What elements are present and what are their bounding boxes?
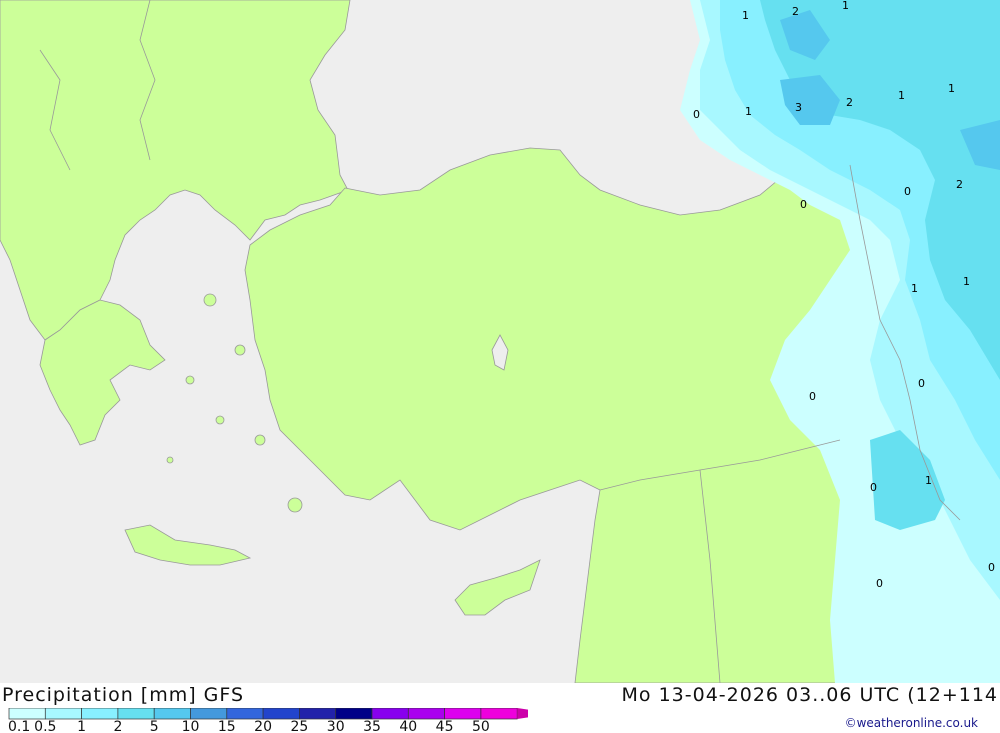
precip-label: 3 [795, 101, 802, 114]
legend-swatch [81, 708, 119, 720]
precip-label: 0 [904, 185, 911, 198]
legend-label: 45 [436, 719, 454, 732]
map-title: Precipitation [mm] GFS [2, 684, 245, 706]
precip-label: 2 [956, 178, 963, 191]
legend-swatch [335, 708, 373, 720]
legend-label: 30 [327, 719, 345, 732]
precip-label: 2 [846, 96, 853, 109]
precipitation-map: 1 2 1 0 1 3 2 1 1 0 0 2 1 1 0 0 0 1 0 0 [0, 0, 1000, 683]
credit-link[interactable]: ©weatheronline.co.uk [845, 716, 978, 730]
legend-label: 15 [218, 719, 236, 732]
color-scale: 0.1 0.5 1 2 5 10 15 20 25 30 35 40 45 50 [8, 708, 528, 732]
legend-bar: Precipitation [mm] GFS Mo 13-04-2026 03.… [0, 683, 1000, 733]
legend-label: 2 [113, 719, 122, 732]
precip-label: 1 [963, 275, 970, 288]
precip-label: 0 [870, 481, 877, 494]
precip-label: 0 [988, 561, 995, 574]
legend-label: 35 [363, 719, 381, 732]
land-aegean-island [166, 456, 174, 464]
legend-swatch [480, 708, 518, 720]
precip-label: 1 [948, 82, 955, 95]
legend-label: 20 [254, 719, 272, 732]
legend-arrow [517, 708, 528, 719]
land-aegean-island [215, 415, 225, 425]
legend-swatch [117, 708, 155, 720]
precip-label: 0 [876, 577, 883, 590]
legend-swatch [153, 708, 191, 720]
precip-label: 1 [911, 282, 918, 295]
legend-swatch [444, 708, 482, 720]
land-aegean-island [234, 344, 246, 356]
precip-label: 2 [792, 5, 799, 18]
land-aegean-island [254, 434, 266, 446]
land-aegean-island [287, 497, 303, 513]
legend-swatch [262, 708, 300, 720]
legend-label: 50 [472, 719, 490, 732]
precip-label: 1 [745, 105, 752, 118]
legend-label: 0.5 [34, 719, 56, 732]
precip-label: 0 [800, 198, 807, 211]
legend-label: 1 [77, 719, 86, 732]
precip-label: 1 [742, 9, 749, 22]
legend-swatch [8, 708, 46, 720]
legend-label: 40 [399, 719, 417, 732]
legend-swatch [226, 708, 264, 720]
land-aegean-island [185, 375, 195, 385]
legend-label: 25 [290, 719, 308, 732]
legend-swatch [371, 708, 409, 720]
legend-swatch [407, 708, 445, 720]
precip-label: 1 [842, 0, 849, 12]
precip-label: 0 [693, 108, 700, 121]
valid-time: Mo 13-04-2026 03..06 UTC (12+114 [621, 684, 998, 706]
legend-swatch [44, 708, 82, 720]
precip-label: 0 [918, 377, 925, 390]
precip-label: 1 [925, 474, 932, 487]
legend-label: 5 [150, 719, 159, 732]
land-aegean-island [203, 293, 217, 307]
legend-label: 10 [182, 719, 200, 732]
precip-label: 0 [809, 390, 816, 403]
legend-swatch [299, 708, 337, 720]
precip-label: 1 [898, 89, 905, 102]
legend-label: 0.1 [8, 719, 30, 732]
legend-swatch [190, 708, 228, 720]
